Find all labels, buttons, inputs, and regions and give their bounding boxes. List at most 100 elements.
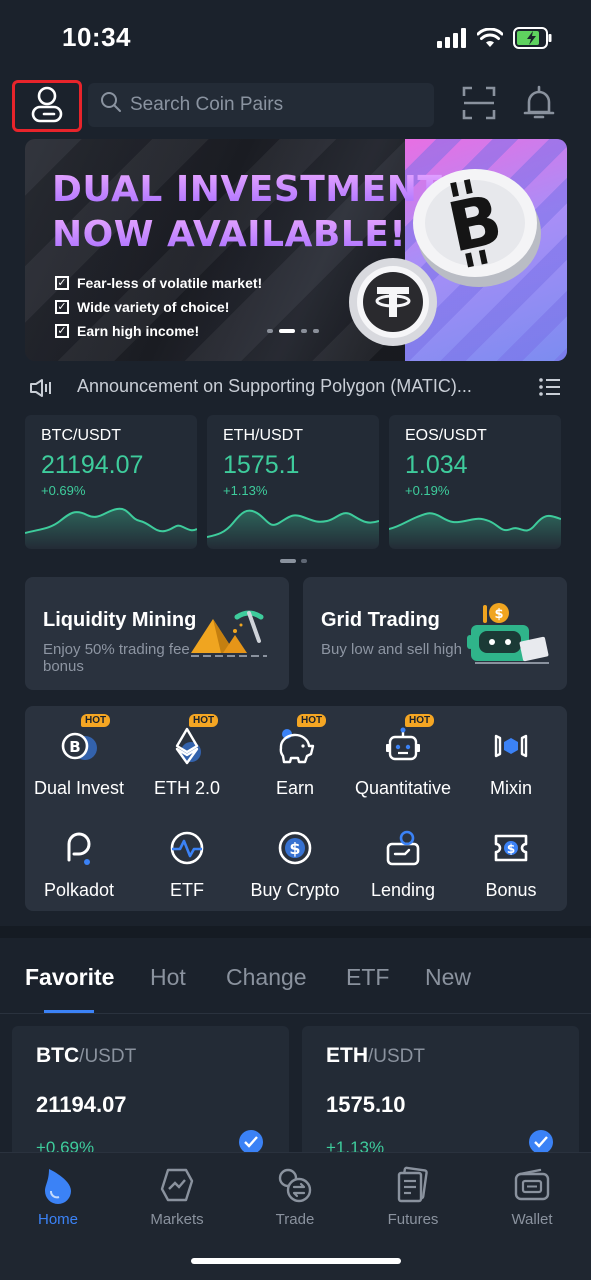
service-dual-invest[interactable]: B HOT Dual Invest: [25, 714, 133, 806]
tab-active-indicator: [44, 1010, 94, 1013]
service-label: ETH 2.0: [153, 778, 221, 798]
service-earn[interactable]: HOT Earn: [241, 714, 349, 806]
home-icon: [38, 1165, 78, 1205]
nav-wallet[interactable]: Wallet: [482, 1165, 582, 1228]
svg-text:B: B: [69, 738, 80, 756]
market-pair: BTC/USDT: [36, 1044, 137, 1067]
service-label: Quantitative: [354, 778, 452, 798]
service-bonus[interactable]: $ Bonus: [457, 828, 565, 908]
hot-badge: HOT: [297, 714, 327, 727]
service-label: Lending: [370, 880, 436, 900]
tab-favorite[interactable]: Favorite: [25, 964, 114, 991]
nav-label: Home: [37, 1211, 78, 1228]
scan-icon: [462, 86, 496, 125]
status-time: 10:34: [62, 22, 131, 52]
nav-label: Markets: [150, 1211, 204, 1228]
banner-title-line1: DUAL INVESTMENT: [52, 169, 443, 210]
nav-label: Trade: [275, 1211, 315, 1228]
announcement-bar[interactable]: Announcement on Supporting Polygon (MATI…: [25, 374, 567, 402]
sparkline: [25, 507, 197, 549]
service-lending[interactable]: Lending: [349, 828, 457, 908]
wifi-icon: [476, 27, 504, 53]
market-card-eth[interactable]: ETH/USDT 1575.10 +1.13%: [302, 1026, 579, 1166]
search-icon: [100, 91, 122, 119]
ticker-pagination: [280, 559, 307, 563]
trade-icon: [275, 1165, 315, 1205]
nav-futures[interactable]: Futures: [363, 1165, 463, 1228]
nav-home[interactable]: Home: [8, 1165, 108, 1228]
tab-hot[interactable]: Hot: [150, 964, 186, 991]
service-buy-crypto[interactable]: $ Buy Crypto: [241, 828, 349, 908]
services-grid: B HOT Dual Invest HOT ETH 2.0 HOT Earn H…: [25, 706, 567, 911]
status-bar: 10:34: [0, 0, 591, 80]
nav-trade[interactable]: Trade: [245, 1165, 345, 1228]
search-placeholder: Search Coin Pairs: [130, 94, 284, 115]
markets-icon: [157, 1165, 197, 1205]
service-eth2[interactable]: HOT ETH 2.0: [133, 714, 241, 806]
market-card-btc[interactable]: BTC/USDT 21194.07 +0.69%: [12, 1026, 289, 1166]
nav-label: Wallet: [511, 1211, 553, 1228]
market-tabs: Favorite Hot Change ETF New: [0, 938, 591, 1014]
notification-button[interactable]: [518, 84, 560, 126]
sparkline: [389, 512, 561, 549]
speaker-icon: [29, 378, 53, 403]
profile-button[interactable]: [12, 80, 82, 132]
buy-crypto-icon: $: [275, 828, 315, 868]
service-label: ETF: [170, 880, 204, 900]
ticker-card-eos[interactable]: EOS/USDT 1.034 +0.19%: [389, 415, 561, 549]
checkbox-icon: ✓: [55, 276, 69, 290]
tab-new[interactable]: New: [425, 964, 471, 991]
ticker-pair: ETH/USDT: [223, 427, 303, 444]
checkbox-icon: ✓: [55, 324, 69, 338]
svg-text:$: $: [507, 842, 515, 856]
section-divider: [0, 926, 591, 938]
bell-icon: [523, 85, 555, 126]
grid-trading-card[interactable]: Grid Trading Buy low and sell high $: [303, 577, 567, 690]
ethereum-icon: HOT: [167, 714, 219, 766]
scan-button[interactable]: [458, 84, 500, 126]
market-price: 1575.10: [326, 1092, 406, 1117]
card-subtitle: Enjoy 50% trading fee bonus: [43, 641, 190, 675]
piggy-bank-icon: HOT: [275, 714, 327, 766]
service-label: Buy Crypto: [250, 880, 340, 900]
nav-markets[interactable]: Markets: [127, 1165, 227, 1228]
card-title: Grid Trading: [321, 609, 440, 631]
home-indicator: [191, 1258, 401, 1264]
signal-icon: [437, 28, 467, 53]
service-mixin[interactable]: Mixin: [457, 726, 565, 806]
liquidity-mining-card[interactable]: Liquidity Mining Enjoy 50% trading fee b…: [25, 577, 289, 690]
banner-bullet: ✓ Earn high income!: [55, 319, 262, 343]
status-icons: [437, 27, 553, 54]
market-pair: ETH/USDT: [326, 1044, 425, 1067]
ticker-price: 21194.07: [41, 451, 144, 479]
favorite-check-icon[interactable]: [529, 1130, 553, 1154]
hot-badge: HOT: [405, 714, 435, 727]
ticker-change: +0.19%: [405, 483, 450, 498]
battery-icon: [513, 27, 553, 54]
list-icon[interactable]: [539, 378, 561, 401]
search-input[interactable]: Search Coin Pairs: [88, 83, 434, 127]
tab-change[interactable]: Change: [226, 964, 307, 991]
wallet-icon: [512, 1165, 552, 1205]
service-etf[interactable]: ETF: [133, 828, 241, 908]
ticker-change: +0.69%: [41, 483, 86, 498]
lending-icon: [383, 828, 423, 868]
checkbox-icon: ✓: [55, 300, 69, 314]
ticker-price: 1575.1: [223, 451, 300, 479]
service-polkadot[interactable]: Polkadot: [25, 828, 133, 908]
announcement-text[interactable]: Announcement on Supporting Polygon (MATI…: [77, 376, 472, 397]
ticker-card-eth[interactable]: ETH/USDT 1575.1 +1.13%: [207, 415, 379, 549]
robot-icon: HOT: [383, 714, 435, 766]
service-quantitative[interactable]: HOT Quantitative: [349, 714, 457, 806]
favorite-check-icon[interactable]: [239, 1130, 263, 1154]
tab-etf[interactable]: ETF: [346, 964, 389, 991]
ticker-price: 1.034: [405, 451, 468, 479]
promo-banner[interactable]: DUAL INVESTMENT NOW AVAILABLE! ✓ Fear-les…: [25, 139, 567, 361]
mining-pickaxe-icon: [187, 607, 277, 668]
svg-text:$: $: [494, 607, 503, 622]
card-title: Liquidity Mining: [43, 609, 197, 631]
bonus-icon: $: [491, 828, 531, 868]
market-price: 21194.07: [36, 1092, 127, 1117]
ticker-card-btc[interactable]: BTC/USDT 21194.07 +0.69%: [25, 415, 197, 549]
futures-icon: [393, 1165, 433, 1205]
